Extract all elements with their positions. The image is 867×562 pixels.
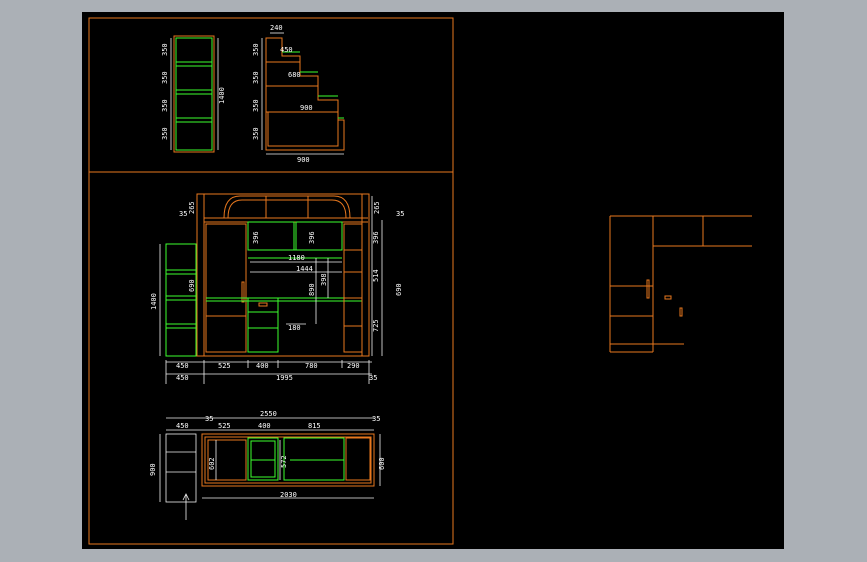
dim-label: 602: [208, 457, 216, 470]
dim-label: 35: [372, 415, 380, 423]
dim-label: 396: [372, 231, 380, 244]
dim-label: 900: [149, 463, 157, 476]
dim-label: 290: [347, 362, 360, 370]
cad-viewport[interactable]: 350 350 350 350 1400 240 450 680 900 900…: [82, 12, 784, 549]
dim-label: 514: [372, 269, 380, 282]
staircase-side-view: [261, 32, 345, 155]
dim-label: 350: [161, 71, 169, 84]
dim-label: 525: [218, 422, 231, 430]
side-detail-view: [609, 215, 752, 353]
dim-label: 240: [270, 24, 283, 32]
sheet-border: [88, 17, 454, 545]
dim-label: 1400: [150, 293, 158, 310]
dim-label: 350: [252, 43, 260, 56]
dim-label: 450: [176, 362, 189, 370]
dim-label: 35: [369, 374, 377, 382]
dim-label: 900: [300, 104, 313, 112]
dim-label: 35: [179, 210, 187, 218]
dim-label: 725: [372, 319, 380, 332]
dim-label: 2550: [260, 410, 277, 418]
dim-label: 398: [320, 273, 328, 286]
dim-label: 572: [280, 455, 288, 468]
dim-label: 450: [176, 422, 189, 430]
dim-label: 396: [252, 231, 260, 244]
dim-label: 1995: [276, 374, 293, 382]
dim-label: 450: [176, 374, 189, 382]
dim-label: 1400: [218, 87, 226, 104]
dim-label: 780: [305, 362, 318, 370]
dim-label: 265: [373, 201, 381, 214]
dim-label: 1180: [288, 254, 305, 262]
dim-label: 35: [396, 210, 404, 218]
dim-label: 600: [378, 457, 386, 470]
dim-label: 2030: [280, 491, 297, 499]
dim-label: 690: [395, 283, 403, 296]
dim-label: 350: [161, 127, 169, 140]
dim-label: 400: [258, 422, 271, 430]
plan-view: [159, 417, 381, 520]
dim-label: 35: [205, 415, 213, 423]
dim-label: 900: [297, 156, 310, 164]
dim-label: 396: [308, 231, 316, 244]
dim-label: 1444: [296, 265, 313, 273]
dim-label: 890: [308, 283, 316, 296]
dim-label: 350: [252, 99, 260, 112]
dim-label: 525: [218, 362, 231, 370]
dim-label: 680: [288, 71, 301, 79]
cad-drawing: 350 350 350 350 1400 240 450 680 900 900…: [88, 17, 752, 545]
bookshelf-front-view: [170, 35, 219, 153]
dim-label: 265: [188, 201, 196, 214]
dim-label: 350: [161, 43, 169, 56]
dim-label: 450: [280, 46, 293, 54]
dim-label: 350: [161, 99, 169, 112]
dim-label: 690: [188, 279, 196, 292]
dim-label: 815: [308, 422, 321, 430]
dim-label: 400: [256, 362, 269, 370]
dim-label: 350: [252, 71, 260, 84]
dim-label: 180: [288, 324, 301, 332]
dim-label: 350: [252, 127, 260, 140]
